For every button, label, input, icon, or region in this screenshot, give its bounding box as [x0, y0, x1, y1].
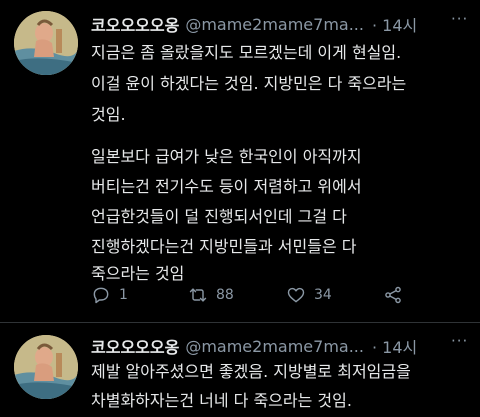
retweet-icon: [189, 288, 207, 302]
tweet-text-line: 진행하겠다는건 지방민들과 서민들은 다: [91, 237, 357, 256]
tweet-text-line: 것임.: [91, 105, 126, 124]
tweet-text-line: 차별화하자는건 너네 다 죽으라는 것임.: [91, 391, 352, 410]
tweet-text-line: 지금은 좀 올랐을지도 모르겠는데 이게 현실임.: [91, 43, 402, 62]
tweet-text-line: 이걸 윤이 하겠다는 것임. 지방민은 다 죽으라는: [91, 74, 407, 93]
avatar[interactable]: [14, 11, 78, 75]
tweet-text-line: 일본보다 급여가 낮은 한국인이 아직까지: [91, 147, 362, 166]
like-button[interactable]: 34: [286, 285, 332, 305]
retweet-button[interactable]: 88: [188, 285, 234, 305]
tweet-text-line: 제발 알아주셨으면 좋겠음. 지방별로 최저임금을: [91, 362, 411, 381]
user-handle[interactable]: @mame2mame7ma...: [185, 337, 364, 356]
reply-icon: [93, 287, 109, 304]
avatar-image: [14, 11, 78, 75]
timestamp[interactable]: · 14시: [372, 334, 417, 358]
more-options-icon[interactable]: ···: [451, 332, 468, 350]
share-icon: [385, 286, 401, 304]
display-name[interactable]: 코오오오오옹: [91, 334, 179, 358]
reply-count: 1: [119, 287, 128, 303]
avatar[interactable]: [14, 335, 78, 399]
reply-button[interactable]: 1: [91, 285, 128, 305]
share-button[interactable]: [383, 285, 403, 305]
tweet-text-line: 버티는건 전기수도 등이 저렴하고 위에서: [91, 177, 362, 196]
tweet-actions: 1 88 34: [91, 285, 431, 311]
tweet-text-line: 죽으라는 것임: [91, 264, 185, 283]
user-handle[interactable]: @mame2mame7ma...: [185, 15, 364, 34]
tweet-header: 코오오오오옹 @mame2mame7ma... · 14시: [91, 334, 417, 358]
retweet-count: 88: [216, 287, 234, 303]
timestamp[interactable]: · 14시: [372, 12, 417, 36]
display-name[interactable]: 코오오오오옹: [91, 12, 179, 36]
avatar-image: [14, 335, 78, 399]
tweet-divider: [0, 322, 480, 323]
more-options-icon[interactable]: ···: [451, 10, 468, 28]
tweet-text-line: 언급한것들이 덜 진행되서인데 그걸 다: [91, 207, 347, 226]
tweet-header: 코오오오오옹 @mame2mame7ma... · 14시: [91, 12, 417, 36]
heart-icon: [287, 287, 305, 303]
like-count: 34: [314, 287, 332, 303]
